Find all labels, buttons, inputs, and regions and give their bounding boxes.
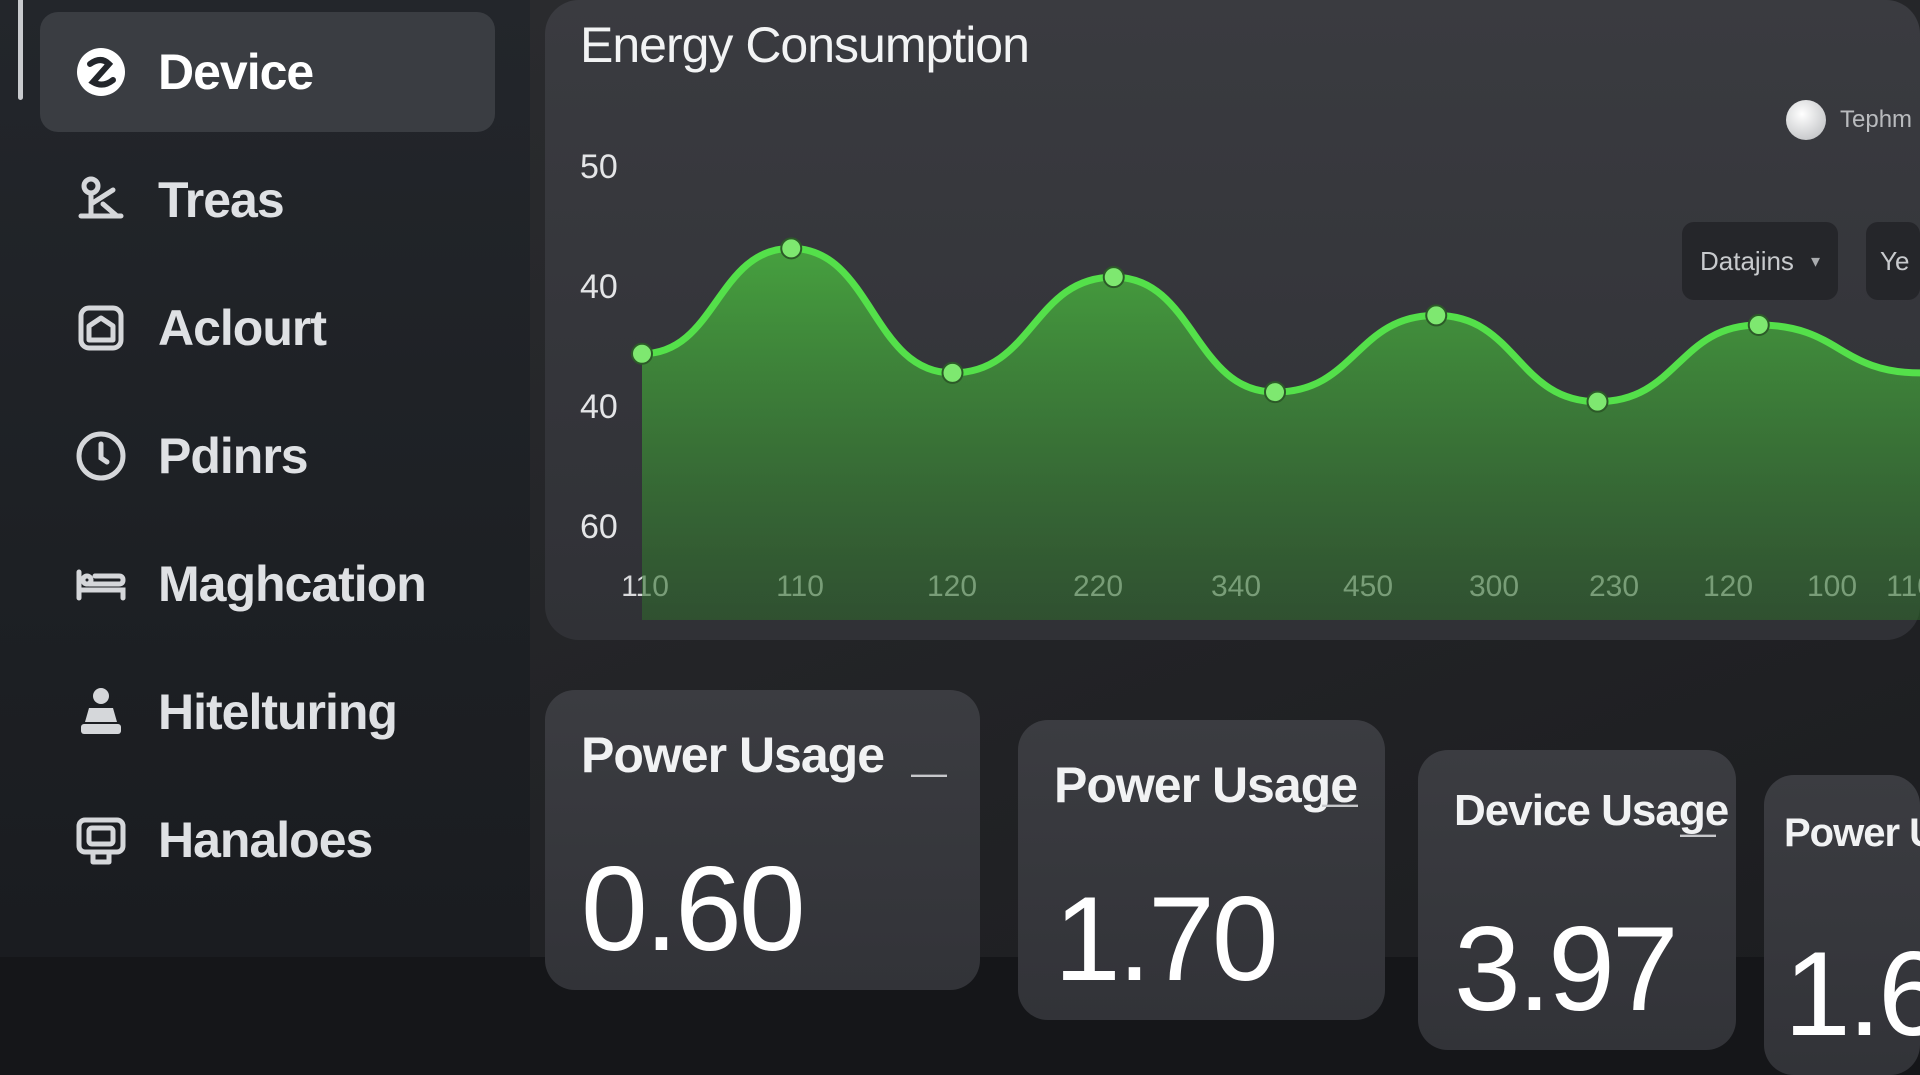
sidebar-item-maghcation[interactable]: Maghcation	[40, 524, 495, 644]
stat-title: Power Usage	[1054, 757, 1358, 813]
sidebar-item-treas[interactable]: Treas	[40, 140, 495, 260]
sidebar-item-label: Maghcation	[158, 556, 427, 612]
data-point[interactable]	[631, 342, 653, 365]
avatar[interactable]	[1786, 100, 1826, 140]
y-tick-label: 40	[580, 268, 618, 306]
stack-icon	[70, 681, 132, 743]
user-name: Tephm	[1840, 106, 1913, 133]
stat-card-power-usage[interactable]: Power Usage — 0.60	[545, 690, 980, 990]
stat-card-device-usage[interactable]: Device Usage — 3.97	[1418, 750, 1736, 1050]
sidebar-item-label: Hitelturing	[158, 684, 398, 740]
stat-title: Power Usage	[581, 727, 885, 783]
stat-value: 1.67	[1784, 927, 1920, 1061]
sidebar: Device Treas Aclourt Pdinrs Maghcation H…	[0, 0, 530, 957]
clock-icon	[70, 425, 132, 487]
sidebar-item-device[interactable]: Device	[40, 12, 495, 132]
data-point[interactable]	[941, 361, 964, 384]
stat-value: 1.70	[1054, 872, 1279, 1006]
stat-card-power-usage-2[interactable]: Power Usage — 1.70	[1018, 720, 1385, 1020]
sidebar-item-account[interactable]: Aclourt	[40, 268, 495, 388]
data-point[interactable]	[1102, 266, 1125, 289]
y-tick-label: 50	[580, 148, 618, 186]
y-tick-label: 40	[580, 388, 618, 426]
home-icon	[70, 297, 132, 359]
sidebar-item-label: Hanaloes	[158, 812, 373, 868]
sidebar-item-hanaloes[interactable]: Hanaloes	[40, 780, 495, 900]
data-point[interactable]	[780, 237, 803, 260]
data-point[interactable]	[1264, 381, 1286, 404]
monitor-icon	[70, 809, 132, 871]
stat-value: 3.97	[1454, 902, 1679, 1036]
more-options-icon[interactable]: —	[1322, 782, 1358, 824]
energy-area-chart[interactable]	[630, 180, 1920, 620]
sidebar-item-label: Treas	[158, 172, 285, 228]
more-options-icon[interactable]: —	[1680, 812, 1716, 854]
data-point[interactable]	[1425, 304, 1448, 327]
more-options-icon[interactable]: —	[911, 752, 947, 794]
bed-icon	[70, 553, 132, 615]
sidebar-item-hitelturing[interactable]: Hitelturing	[40, 652, 495, 772]
y-tick-label: 60	[580, 508, 618, 546]
stat-card-power-usage-3[interactable]: Power Usage 1.67	[1764, 775, 1920, 1075]
chart-title: Energy Consumption	[580, 17, 1030, 73]
data-point[interactable]	[1747, 314, 1770, 336]
stat-value: 0.60	[581, 842, 806, 976]
stat-title: Power Usage	[1784, 811, 1920, 855]
sidebar-item-label: Device	[158, 44, 314, 100]
area-fill	[642, 248, 1920, 620]
user-menu[interactable]: Tephm	[1786, 100, 1920, 140]
sidebar-item-pdinrs[interactable]: Pdinrs	[40, 396, 495, 516]
sidebar-item-label: Aclourt	[158, 300, 327, 356]
sidebar-scroll-indicator[interactable]	[18, 0, 23, 100]
hierarchy-icon	[70, 169, 132, 231]
brand-logo-icon	[70, 41, 132, 103]
data-point[interactable]	[1586, 390, 1609, 413]
sidebar-item-label: Pdinrs	[158, 428, 309, 484]
